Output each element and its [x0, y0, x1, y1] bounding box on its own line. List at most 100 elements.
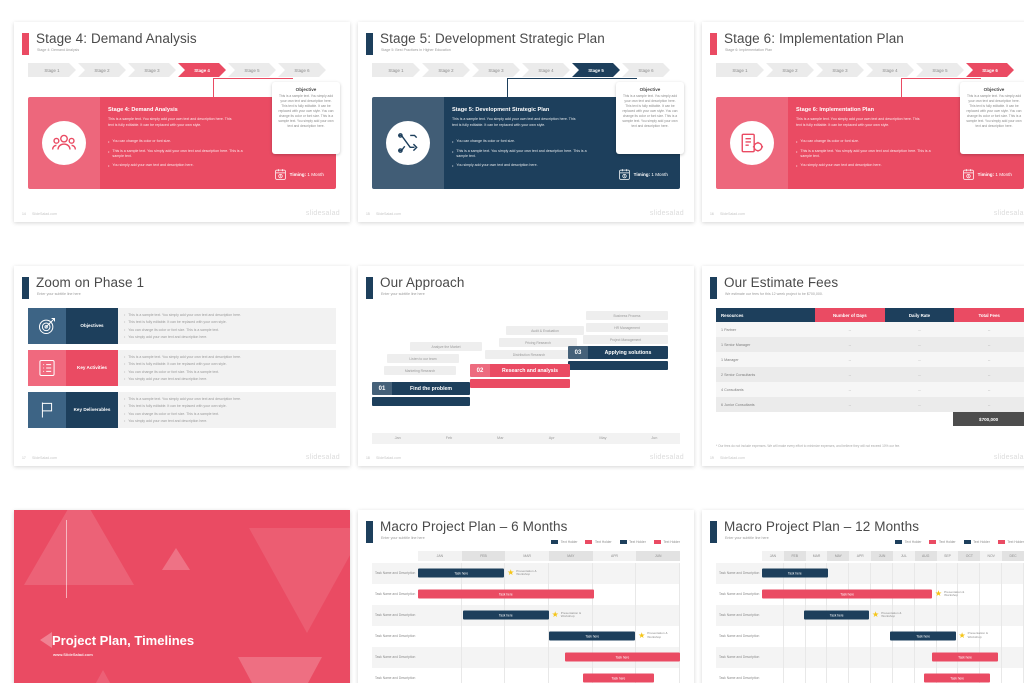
month-cell: NOV: [980, 551, 1003, 561]
list-item-text: This is a sample text. You simply add yo…: [128, 313, 242, 317]
card-heading: Stage 5: Development Strategic Plan: [452, 107, 550, 113]
table-row[interactable]: Task Name and Description Task here ★ Pre…: [716, 583, 1024, 605]
legend-swatch: [551, 540, 559, 544]
step-1[interactable]: Stage 1: [372, 63, 420, 77]
bullet-item: • You can change its color or font size.: [108, 139, 248, 145]
task-name: Task Name and Description: [375, 571, 416, 576]
slide-stage-6[interactable]: Stage 6: Implementation Plan Stage 6: Im…: [702, 22, 1024, 222]
approach-stage-02[interactable]: 02 Research and analysis: [470, 364, 570, 377]
gantt-bar[interactable]: Task here: [890, 631, 956, 641]
timing-value: 1 Month: [651, 172, 668, 177]
step-2[interactable]: Stage 2: [422, 63, 470, 77]
slide-gantt-6-months[interactable]: Macro Project Plan – 6 Months Enter your…: [358, 510, 694, 683]
gantt-bar[interactable]: Task here: [762, 589, 933, 599]
step-5[interactable]: Stage 5: [228, 63, 276, 77]
table-row[interactable]: 1 Partner -- -- --: [716, 322, 1024, 337]
table-row[interactable]: 1 Senior Manager -- -- --: [716, 337, 1024, 352]
gantt-bar[interactable]: Task here: [564, 652, 680, 662]
gantt-bar[interactable]: Task here: [762, 568, 828, 578]
phase-row-key-deliverables[interactable]: Key Deliverables • This is a sample text.…: [28, 392, 336, 428]
phase-text: • This is a sample text. You simply add y…: [118, 350, 336, 386]
timing-label: Timing:: [289, 172, 307, 177]
task-name: Task Name and Description: [719, 655, 760, 660]
bullet-text: You can change its color or font size.: [800, 139, 860, 143]
table-row[interactable]: Task Name and Description Task here: [372, 646, 681, 668]
approach-stage-02-shadow: [470, 379, 570, 388]
slide-gantt-12-months[interactable]: Macro Project Plan – 12 Months Enter you…: [702, 510, 1024, 683]
approach-stage-01[interactable]: 01 Find the problem: [372, 382, 470, 395]
cell-days: --: [815, 352, 885, 367]
slide-our-approach[interactable]: Our Approach Enter your subtitle line he…: [358, 266, 694, 466]
stage-stepper[interactable]: Stage 1 Stage 2 Stage 3 Stage 4 Stage 5 …: [28, 63, 326, 77]
slide-stage-5[interactable]: Stage 5: Development Strategic Plan Stag…: [358, 22, 694, 222]
gantt-bar[interactable]: Task here: [924, 673, 990, 683]
step-3[interactable]: Stage 3: [816, 63, 864, 77]
list-item-text: This is a sample text. You simply add yo…: [128, 355, 242, 359]
gantt-bar[interactable]: Task here: [549, 631, 636, 641]
card-paragraph: This is a sample text. You simply add yo…: [108, 117, 232, 127]
table-row[interactable]: 1 Manager -- -- --: [716, 352, 1024, 367]
table-row[interactable]: Task Name and Description Task here ★ Pre…: [372, 604, 681, 626]
table-row[interactable]: Task Name and Description Task here: [716, 646, 1024, 668]
table-row[interactable]: Task Name and Description Task here ★ Pre…: [372, 563, 681, 584]
stage-stepper[interactable]: Stage 1 Stage 2 Stage 3 Stage 4 Stage 5 …: [372, 63, 670, 77]
table-row[interactable]: 2 Senior Consultants -- -- --: [716, 367, 1024, 382]
gantt-bar[interactable]: Task here: [583, 673, 654, 683]
stage-stepper[interactable]: Stage 1 Stage 2 Stage 3 Stage 4 Stage 5 …: [716, 63, 1014, 77]
gantt-bar[interactable]: Task here: [418, 568, 505, 578]
timing-badge: Timing: 1 Month: [618, 168, 668, 181]
decorative-triangle: [249, 528, 350, 633]
page-subtitle: Enter your subtitle line here: [725, 536, 769, 540]
approach-stage-number: 03: [568, 346, 588, 359]
step-6[interactable]: Stage 6: [278, 63, 326, 77]
table-row[interactable]: Task Name and Description Task here: [716, 667, 1024, 683]
title-accent-bar: [710, 277, 717, 299]
table-row[interactable]: Task Name and Description Task here ★ Pre…: [716, 604, 1024, 626]
table-row[interactable]: 6 Junior Consultants -- -- --: [716, 397, 1024, 412]
slide-cover[interactable]: Project Plan, Timelines www.SlideSalad.c…: [14, 510, 350, 683]
table-row[interactable]: Task Name and Description Task here ★ Pre…: [372, 625, 681, 647]
table-row[interactable]: Task Name and Description Task here: [372, 583, 681, 605]
step-2[interactable]: Stage 2: [78, 63, 126, 77]
step-2[interactable]: Stage 2: [766, 63, 814, 77]
list-item: • This is a sample text. You simply add y…: [124, 313, 330, 318]
brand-logo: slidesalad: [993, 454, 1024, 461]
slide-zoom-phase-1[interactable]: Zoom on Phase 1 Enter your subtitle line…: [14, 266, 350, 466]
step-1[interactable]: Stage 1: [28, 63, 76, 77]
phase-row-objectives[interactable]: Objectives • This is a sample text. You s…: [28, 308, 336, 344]
step-3[interactable]: Stage 3: [472, 63, 520, 77]
table-row[interactable]: Task Name and Description Task here: [372, 667, 681, 683]
list-item: • This text is fully editable. It can be …: [124, 362, 330, 367]
table-row[interactable]: 4 Consultants -- -- --: [716, 382, 1024, 397]
gantt-bar[interactable]: Task here: [932, 652, 998, 662]
month-cell: JAN: [762, 551, 784, 561]
step-6[interactable]: Stage 6: [622, 63, 670, 77]
approach-stage-03[interactable]: 03 Applying solutions: [568, 346, 668, 359]
step-3[interactable]: Stage 3: [128, 63, 176, 77]
page-number: 18: [366, 456, 370, 460]
gantt-bar[interactable]: Task here: [803, 610, 870, 620]
step-5-active[interactable]: Stage 5: [572, 63, 620, 77]
step-1[interactable]: Stage 1: [716, 63, 764, 77]
bullet-dot-icon: •: [124, 320, 126, 325]
task-name: Task Name and Description: [719, 592, 760, 597]
slide-stage-4[interactable]: Stage 4: Demand Analysis Stage 4: Demand…: [14, 22, 350, 222]
task-name: Task Name and Description: [719, 634, 760, 639]
gantt-bar[interactable]: Task here: [418, 589, 594, 599]
step-4[interactable]: Stage 4: [866, 63, 914, 77]
axis-month: Jan: [394, 436, 401, 440]
target-icon: [28, 308, 66, 344]
step-6-active[interactable]: Stage 6: [966, 63, 1014, 77]
table-row[interactable]: Task Name and Description Task here: [716, 563, 1024, 584]
step-4[interactable]: Stage 4: [522, 63, 570, 77]
legend-item: Text Holder: [619, 540, 646, 544]
approach-timeline-axis: Jan Feb Mar Apr May Jun: [372, 433, 680, 444]
gantt-bar[interactable]: Task here: [462, 610, 549, 620]
task-track: Task here ★ Presentation & Workshop: [762, 583, 1024, 605]
table-row[interactable]: Task Name and Description Task here ★ Pre…: [716, 625, 1024, 647]
slide-estimate-fees[interactable]: Our Estimate Fees We estimate our fees f…: [702, 266, 1024, 466]
bullet-dot-icon: •: [108, 139, 110, 144]
phase-row-key-activities[interactable]: Key Activities • This is a sample text. Y…: [28, 350, 336, 386]
step-4-active[interactable]: Stage 4: [178, 63, 226, 77]
step-5[interactable]: Stage 5: [916, 63, 964, 77]
